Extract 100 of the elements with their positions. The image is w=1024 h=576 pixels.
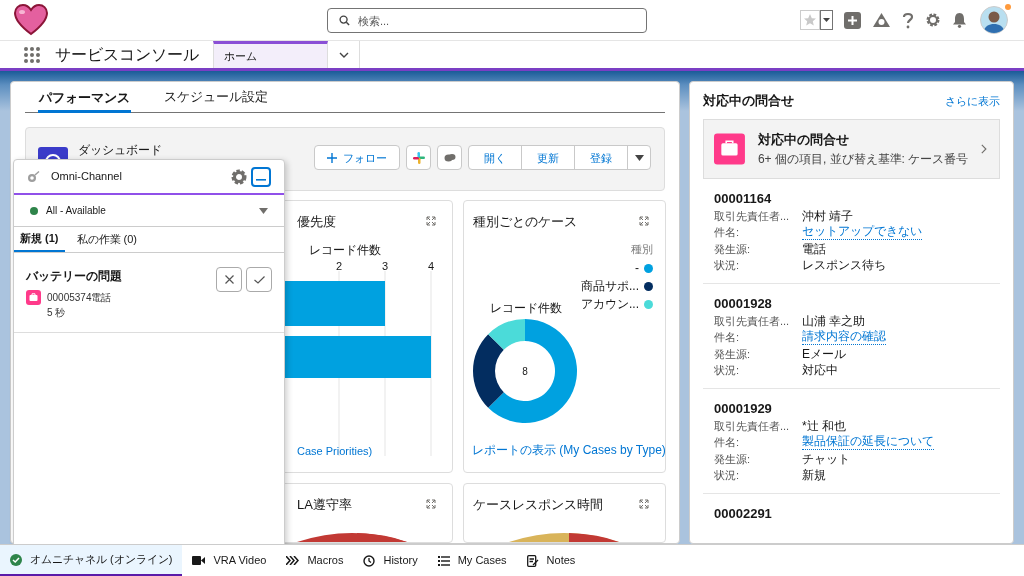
list-subtitle: 6+ 個の項目, 並び替え基準: ケース番号 [757,150,969,168]
field-label: 取引先責任者... [714,209,791,224]
tab[interactable]: ホーム [213,41,328,68]
action-button[interactable]: 開く [469,146,521,170]
field-label: 件名: [714,330,741,345]
show-more-link[interactable]: さらに表示 [945,92,1000,110]
favorites-button[interactable] [800,10,833,30]
status-label: All - Available [46,204,106,218]
mountain-icon[interactable] [872,11,891,29]
axis-tick-label: 2 [335,259,343,274]
expand-icon[interactable] [639,499,649,509]
series-label: レコード件数 [490,300,562,317]
notification-icon[interactable] [952,12,967,28]
chevrons-icon [286,556,300,565]
chevron-icon [338,51,349,58]
case-number[interactable]: 00002291 [714,505,989,523]
card-title: 種別ごとのケース [473,213,577,231]
axis-tick-label: 3 [381,259,389,274]
list-header[interactable]: 対応中の問合せ 6+ 個の項目, 並び替え基準: ケース番号 [703,119,1000,179]
tab[interactable]: パフォーマンス [38,82,131,114]
settings-icon[interactable] [230,167,248,186]
total-value: 8 [522,364,528,379]
case-subject-link[interactable]: セットアップできない [802,224,922,240]
list-title: 対応中の問合せ [757,131,850,150]
dashboard-label: ダッシュボード [78,142,162,160]
case-number[interactable]: 00001164 [714,190,989,208]
panel-title: 対応中の問合せ [703,92,794,111]
field-value: *辻 和也 [802,418,846,434]
work-item-number: 00005374電話 [47,291,112,305]
caret-icon [634,154,644,161]
case-number[interactable]: 00001928 [714,295,989,313]
legend-label: 商品サポ... [581,278,639,295]
field-label: 状況: [714,363,741,378]
card-title: 優先度 [297,213,336,231]
app-title: サービスコンソール [55,44,199,65]
field-value: 沖村 靖子 [802,208,854,224]
legend-title: 種別 [631,242,653,257]
list-icon [437,555,450,566]
case-subject-link[interactable]: 請求内容の確認 [802,329,886,345]
status-dropdown[interactable]: All - Available [14,195,284,227]
chat-button[interactable] [437,145,462,171]
expand-icon[interactable] [639,216,649,226]
tab[interactable]: スケジュール設定 [163,82,269,113]
video-icon [192,556,206,565]
axis-title: レコード件数 [309,242,381,259]
clock-icon [363,554,376,567]
minimize-icon [256,178,266,181]
help-icon[interactable] [902,11,914,29]
minimize-button[interactable] [251,166,271,187]
app-launcher-icon[interactable] [24,46,40,63]
field-label: 取引先責任者... [714,419,791,434]
hash-icon [412,151,425,164]
avatar[interactable] [980,6,1008,34]
legend-label: - [635,260,639,277]
utility-bar-item[interactable]: オムニチャネル (オンライン) [0,545,183,576]
case-number[interactable]: 00001929 [714,400,989,418]
field-label: 状況: [714,468,741,483]
field-label: 発生源: [714,452,752,467]
field-value: チャット [802,451,850,467]
field-value: 山浦 幸之助 [802,313,866,329]
work-item-title: バッテリーの問題 [26,268,122,285]
field-value: 対応中 [802,362,838,378]
field-label: 発生源: [714,347,752,362]
case-subject-link[interactable]: 製品保証の延長について [802,434,934,450]
field-value: 新規 [802,467,826,483]
card-title: LA遵守率 [297,496,352,514]
expand-icon[interactable] [426,499,436,509]
field-label: 発生源: [714,242,752,257]
expand-icon[interactable] [426,216,436,226]
search-field[interactable]: 検索... [327,8,647,33]
report-link[interactable]: Case Priorities) [297,442,373,459]
chat-icon [443,152,456,163]
work-item[interactable]: バッテリーの問題 00005374電話 5 秒 [14,253,284,333]
plus-icon [327,152,337,163]
field-label: 取引先責任者... [714,314,791,329]
tab[interactable]: 私の作業 (0) [70,227,143,252]
settings-icon[interactable] [925,12,941,28]
add-icon[interactable] [844,11,861,29]
field-value: レスポンス待ち [802,257,886,273]
slack-button[interactable] [406,145,431,171]
search-icon [339,14,350,26]
panel-title: Omni-Channel [51,169,122,185]
close-icon [224,275,234,284]
heart-logo [13,4,49,36]
field-label: 件名: [714,225,741,240]
action-button[interactable]: 登録 [574,146,627,170]
check-circle-icon [10,553,22,566]
decline-button[interactable] [216,267,242,292]
axis-tick-label: 4 [427,259,435,274]
caret-icon [259,207,268,214]
tab[interactable]: 新規 (1) [14,227,65,252]
card-title: ケースレスポンス時間 [473,496,603,514]
field-value: 電話 [802,241,826,257]
legend-label: アカウン... [581,296,639,313]
notes-icon [526,554,539,567]
report-link[interactable]: レポートの表示 (My Cases by Type) [472,441,666,459]
chevron-icon [981,143,987,155]
follow-button[interactable]: フォロー [314,145,400,171]
action-button[interactable]: 更新 [521,146,574,170]
field-value: Eメール [802,346,846,362]
